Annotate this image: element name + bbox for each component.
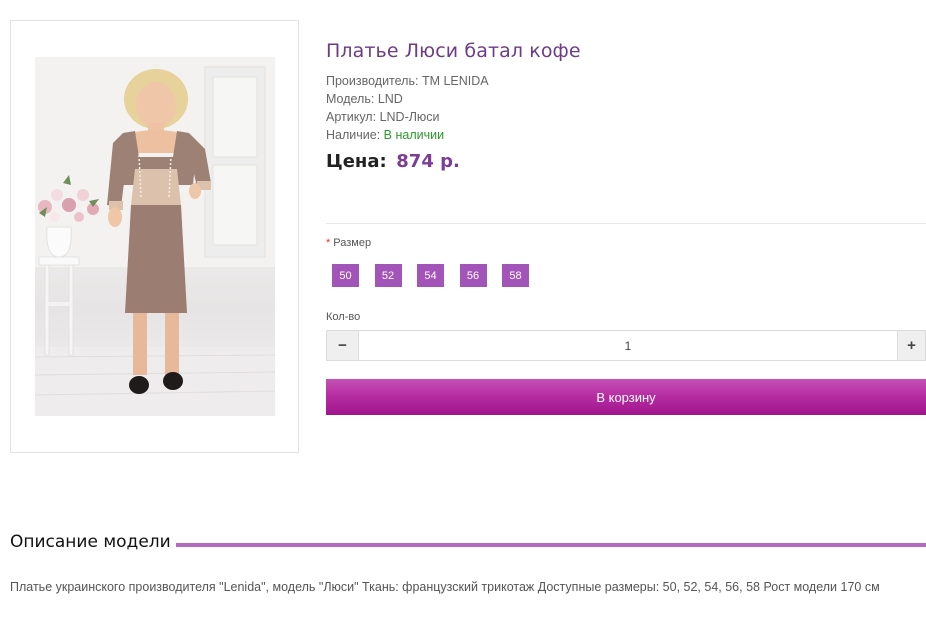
manufacturer-label: Производитель: — [326, 74, 419, 88]
description-heading-rule — [176, 543, 926, 547]
quantity-label: Кол-во — [326, 311, 361, 323]
size-option-54[interactable]: 54 — [417, 264, 444, 287]
availability-label: Наличие: — [326, 128, 381, 142]
description-text: Платье украинского производителя "Lenida… — [10, 580, 880, 594]
availability-row: Наличие: В наличии — [326, 126, 444, 144]
quantity-input[interactable] — [359, 331, 897, 360]
description-heading: Описание модели — [10, 532, 171, 552]
sku-row: Артикул: LND-Люси — [326, 108, 440, 126]
sku-value: LND-Люси — [379, 110, 440, 124]
add-to-cart-button[interactable]: В корзину — [326, 379, 926, 415]
price-row: Цена: 874 р. — [326, 151, 460, 172]
manufacturer-value: TM LENIDA — [421, 74, 489, 88]
required-mark: * — [326, 237, 331, 249]
size-option-56[interactable]: 56 — [459, 264, 487, 287]
model-value: LND — [377, 92, 403, 106]
size-option-50[interactable]: 50 — [332, 264, 359, 287]
size-option-58[interactable]: 58 — [502, 264, 529, 287]
price-value: 874 р. — [396, 151, 460, 172]
manufacturer-row: Производитель: TM LENIDA — [326, 72, 489, 90]
dress-photo-illustration — [35, 57, 275, 416]
product-photo[interactable] — [35, 57, 275, 416]
model-label: Модель: — [326, 92, 375, 106]
sku-label: Артикул: — [326, 110, 377, 124]
quantity-stepper: − + — [326, 330, 926, 361]
quantity-decrease-button[interactable]: − — [327, 331, 359, 360]
availability-value: В наличии — [383, 128, 445, 142]
size-label-text: Размер — [333, 237, 372, 249]
size-option-52[interactable]: 52 — [374, 264, 402, 287]
quantity-increase-button[interactable]: + — [897, 331, 925, 360]
product-image-frame[interactable] — [10, 20, 299, 453]
price-label: Цена: — [326, 151, 387, 172]
size-option-label: * Размер — [326, 237, 371, 249]
model-row: Модель: LND — [326, 90, 403, 108]
divider — [326, 223, 926, 224]
product-title: Платье Люси батал кофе — [326, 40, 581, 62]
size-options: 50 52 54 56 58 — [332, 264, 545, 287]
